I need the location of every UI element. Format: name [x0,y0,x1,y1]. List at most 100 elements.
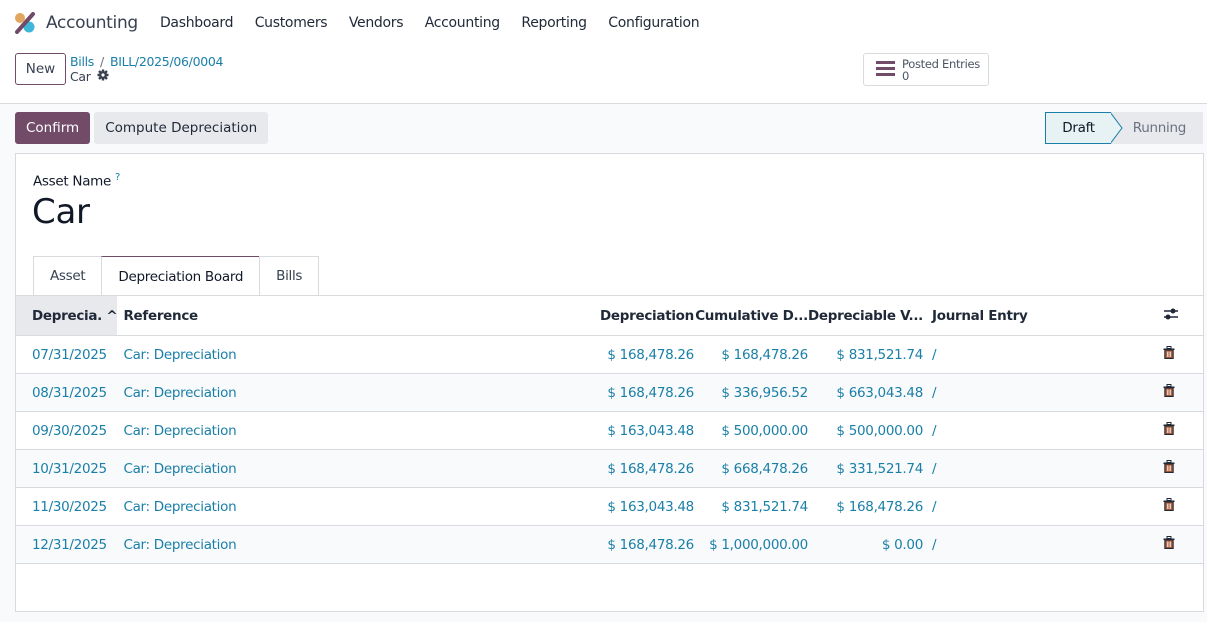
top-navbar: Accounting Dashboard Customers Vendors A… [0,0,1207,46]
trash-icon [1163,498,1175,511]
trash-icon [1163,536,1175,549]
menu-reporting[interactable]: Reporting [521,15,586,31]
table-row[interactable]: 11/30/2025 Car: Depreciation $ 163,043.4… [16,488,1203,526]
table-row[interactable]: 07/31/2025 Car: Depreciation $ 168,478.2… [16,336,1203,374]
row-journal-entry[interactable]: / [923,450,1163,488]
delete-row-button[interactable] [1163,336,1203,374]
delete-row-button[interactable] [1163,374,1203,412]
trash-icon [1163,460,1175,473]
new-button[interactable]: New [15,53,66,85]
row-journal-entry[interactable]: / [923,526,1163,564]
row-date[interactable]: 08/31/2025 [16,374,117,412]
col-reference[interactable]: Reference [117,296,554,336]
menu-dashboard[interactable]: Dashboard [160,15,233,31]
table-row[interactable]: 12/31/2025 Car: Depreciation $ 168,478.2… [16,526,1203,564]
row-depreciation[interactable]: $ 168,478.26 [554,526,694,564]
row-journal-entry[interactable]: / [923,336,1163,374]
compute-depreciation-button[interactable]: Compute Depreciation [94,112,268,144]
breadcrumb-current: Car [70,69,91,84]
row-depreciation[interactable]: $ 163,043.48 [554,412,694,450]
status-running[interactable]: Running [1111,112,1203,144]
tab-asset[interactable]: Asset [33,256,102,295]
sort-ascending-icon: ^ [106,308,117,324]
accounting-logo-icon[interactable] [14,12,36,34]
breadcrumb-bills[interactable]: Bills [70,54,94,69]
row-reference[interactable]: Car: Depreciation [117,336,554,374]
trash-icon [1163,422,1175,435]
breadcrumb: Bills/BILL/2025/06/0004 Car [70,54,223,84]
table-row[interactable]: 10/31/2025 Car: Depreciation $ 168,478.2… [16,450,1203,488]
menu-accounting[interactable]: Accounting [425,15,500,31]
row-date[interactable]: 07/31/2025 [16,336,117,374]
help-tooltip-icon[interactable]: ? [115,172,120,183]
control-panel: New Bills/BILL/2025/06/0004 Car Posted E… [0,46,1207,104]
row-depreciation[interactable]: $ 168,478.26 [554,336,694,374]
row-journal-entry[interactable]: / [923,412,1163,450]
row-depreciation[interactable]: $ 168,478.26 [554,374,694,412]
trash-icon [1163,384,1175,397]
row-date[interactable]: 10/31/2025 [16,450,117,488]
delete-row-button[interactable] [1163,526,1203,564]
row-cumulative[interactable]: $ 831,521.74 [694,488,808,526]
status-draft-label: Draft [1062,120,1095,136]
table-row[interactable]: 08/31/2025 Car: Depreciation $ 168,478.2… [16,374,1203,412]
row-depreciation[interactable]: $ 168,478.26 [554,450,694,488]
delete-row-button[interactable] [1163,488,1203,526]
action-bar: Confirm Compute Depreciation [15,112,268,144]
row-depreciable-value[interactable]: $ 500,000.00 [808,412,923,450]
row-reference[interactable]: Car: Depreciation [117,450,554,488]
row-cumulative[interactable]: $ 168,478.26 [694,336,808,374]
row-reference[interactable]: Car: Depreciation [117,488,554,526]
status-bar: Draft Running [1045,112,1203,144]
settings-sliders-icon [1163,307,1179,321]
col-date[interactable]: Deprecia. ^ [16,296,117,336]
col-journal-entry[interactable]: Journal Entry [923,296,1163,336]
row-reference[interactable]: Car: Depreciation [117,526,554,564]
confirm-button[interactable]: Confirm [15,112,90,144]
posted-entries-label: Posted Entries [902,58,980,70]
col-depreciable-value[interactable]: Depreciable V... [808,296,923,336]
row-cumulative[interactable]: $ 668,478.26 [694,450,808,488]
col-cumulative[interactable]: Cumulative D... [694,296,808,336]
asset-name-field[interactable]: Car [32,192,90,232]
form-tabs: Asset Depreciation Board Bills [33,256,318,296]
posted-entries-button[interactable]: Posted Entries0 [863,53,989,86]
row-depreciable-value[interactable]: $ 0.00 [808,526,923,564]
list-icon [876,60,895,80]
posted-entries-count: 0 [902,70,980,82]
trash-icon [1163,346,1175,359]
tab-depreciation-board[interactable]: Depreciation Board [101,256,260,296]
breadcrumb-bill[interactable]: BILL/2025/06/0004 [110,54,223,69]
row-reference[interactable]: Car: Depreciation [117,412,554,450]
row-journal-entry[interactable]: / [923,374,1163,412]
delete-row-button[interactable] [1163,450,1203,488]
row-journal-entry[interactable]: / [923,488,1163,526]
row-depreciable-value[interactable]: $ 831,521.74 [808,336,923,374]
app-name[interactable]: Accounting [46,13,138,33]
row-date[interactable]: 12/31/2025 [16,526,117,564]
row-date[interactable]: 09/30/2025 [16,412,117,450]
optional-columns-toggle[interactable] [1163,296,1203,336]
depreciation-table: Deprecia. ^ Reference Depreciation Cumul… [16,295,1203,564]
col-depreciation[interactable]: Depreciation [554,296,694,336]
tab-bills[interactable]: Bills [259,256,319,295]
status-draft[interactable]: Draft [1045,112,1111,144]
menu-customers[interactable]: Customers [255,15,328,31]
asset-name-label: Asset Name ? [33,172,120,190]
row-date[interactable]: 11/30/2025 [16,488,117,526]
row-reference[interactable]: Car: Depreciation [117,374,554,412]
menu-configuration[interactable]: Configuration [608,15,699,31]
row-cumulative[interactable]: $ 336,956.52 [694,374,808,412]
row-cumulative[interactable]: $ 500,000.00 [694,412,808,450]
row-depreciable-value[interactable]: $ 168,478.26 [808,488,923,526]
status-running-label: Running [1133,120,1186,136]
table-row[interactable]: 09/30/2025 Car: Depreciation $ 163,043.4… [16,412,1203,450]
form-sheet: Asset Name ? Car Asset Depreciation Boar… [15,153,1204,612]
row-depreciable-value[interactable]: $ 331,521.74 [808,450,923,488]
row-depreciation[interactable]: $ 163,043.48 [554,488,694,526]
delete-row-button[interactable] [1163,412,1203,450]
menu-vendors[interactable]: Vendors [349,15,403,31]
gear-icon[interactable] [97,69,109,84]
row-depreciable-value[interactable]: $ 663,043.48 [808,374,923,412]
row-cumulative[interactable]: $ 1,000,000.00 [694,526,808,564]
